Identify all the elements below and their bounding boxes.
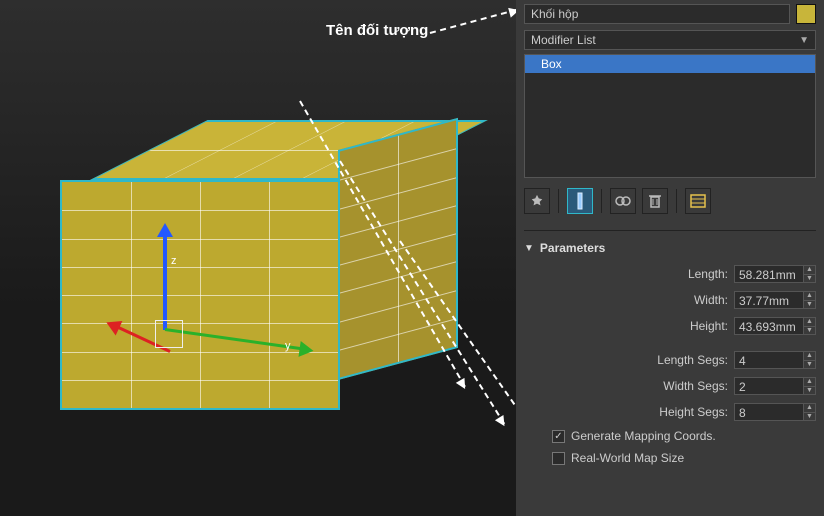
width-segs-label: Width Segs: [663,379,728,393]
pin-stack-button[interactable] [524,188,550,214]
height-value[interactable]: 43.693mm [734,317,804,335]
gizmo-center[interactable] [155,320,183,348]
stack-toolbar [524,186,816,216]
height-segs-spinner[interactable]: 8 ▲▼ [734,403,816,421]
box-face-front [60,180,340,410]
remove-modifier-button[interactable] [642,188,668,214]
annotation-arrow [430,9,517,34]
length-value[interactable]: 58.281mm [734,265,804,283]
object-color-swatch[interactable] [796,4,816,24]
spinner-down-icon[interactable]: ▼ [804,413,815,421]
annotation-object-name: Tên đối tượng [326,22,428,39]
width-segs-value[interactable]: 2 [734,377,804,395]
configure-sets-button[interactable] [685,188,711,214]
height-label: Height: [690,319,728,333]
box-object[interactable] [60,120,460,420]
length-segs-label: Length Segs: [657,353,728,367]
height-spinner[interactable]: 43.693mm ▲▼ [734,317,816,335]
modifier-stack[interactable]: Box [524,54,816,178]
width-segs-spinner[interactable]: 2 ▲▼ [734,377,816,395]
triangle-down-icon: ▼ [524,243,534,254]
axis-y-label: y [285,340,291,352]
real-world-label: Real-World Map Size [571,451,684,465]
show-end-result-button[interactable] [567,188,593,214]
width-label: Width: [694,293,728,307]
spinner-up-icon[interactable]: ▲ [804,292,815,301]
spinner-down-icon[interactable]: ▼ [804,275,815,283]
real-world-checkbox[interactable] [552,452,565,465]
spinner-down-icon[interactable]: ▼ [804,327,815,335]
length-label: Length: [688,267,728,281]
stack-item-box[interactable]: Box [525,55,815,73]
axis-z-label: z [171,255,177,267]
spinner-up-icon[interactable]: ▲ [804,378,815,387]
object-name-input[interactable]: Khối hộp [524,4,790,24]
make-unique-button[interactable] [610,188,636,214]
modifier-list-dropdown[interactable]: Modifier List ▼ [524,30,816,50]
spinner-up-icon[interactable]: ▲ [804,404,815,413]
generate-mapping-checkbox[interactable]: ✓ [552,430,565,443]
command-panel: Khối hộp Modifier List ▼ Box ▼ Paramet [516,0,824,516]
generate-mapping-label: Generate Mapping Coords. [571,429,716,443]
modifier-list-label: Modifier List [531,33,596,47]
viewport-3d[interactable]: z y Tên đối tượng [0,0,516,516]
axis-z[interactable] [163,235,167,330]
spinner-down-icon[interactable]: ▼ [804,301,815,309]
rollout-header[interactable]: ▼ Parameters [524,241,816,255]
spinner-down-icon[interactable]: ▼ [804,361,815,369]
rollout-title: Parameters [540,241,605,255]
chevron-down-icon: ▼ [799,35,809,46]
width-spinner[interactable]: 37.77mm ▲▼ [734,291,816,309]
length-segs-value[interactable]: 4 [734,351,804,369]
height-segs-value[interactable]: 8 [734,403,804,421]
parameters-rollout: ▼ Parameters Length: 58.281mm ▲▼ Width: … [524,230,816,465]
spinner-up-icon[interactable]: ▲ [804,352,815,361]
width-value[interactable]: 37.77mm [734,291,804,309]
height-segs-label: Height Segs: [659,405,728,419]
spinner-up-icon[interactable]: ▲ [804,266,815,275]
spinner-up-icon[interactable]: ▲ [804,318,815,327]
length-spinner[interactable]: 58.281mm ▲▼ [734,265,816,283]
length-segs-spinner[interactable]: 4 ▲▼ [734,351,816,369]
spinner-down-icon[interactable]: ▼ [804,387,815,395]
